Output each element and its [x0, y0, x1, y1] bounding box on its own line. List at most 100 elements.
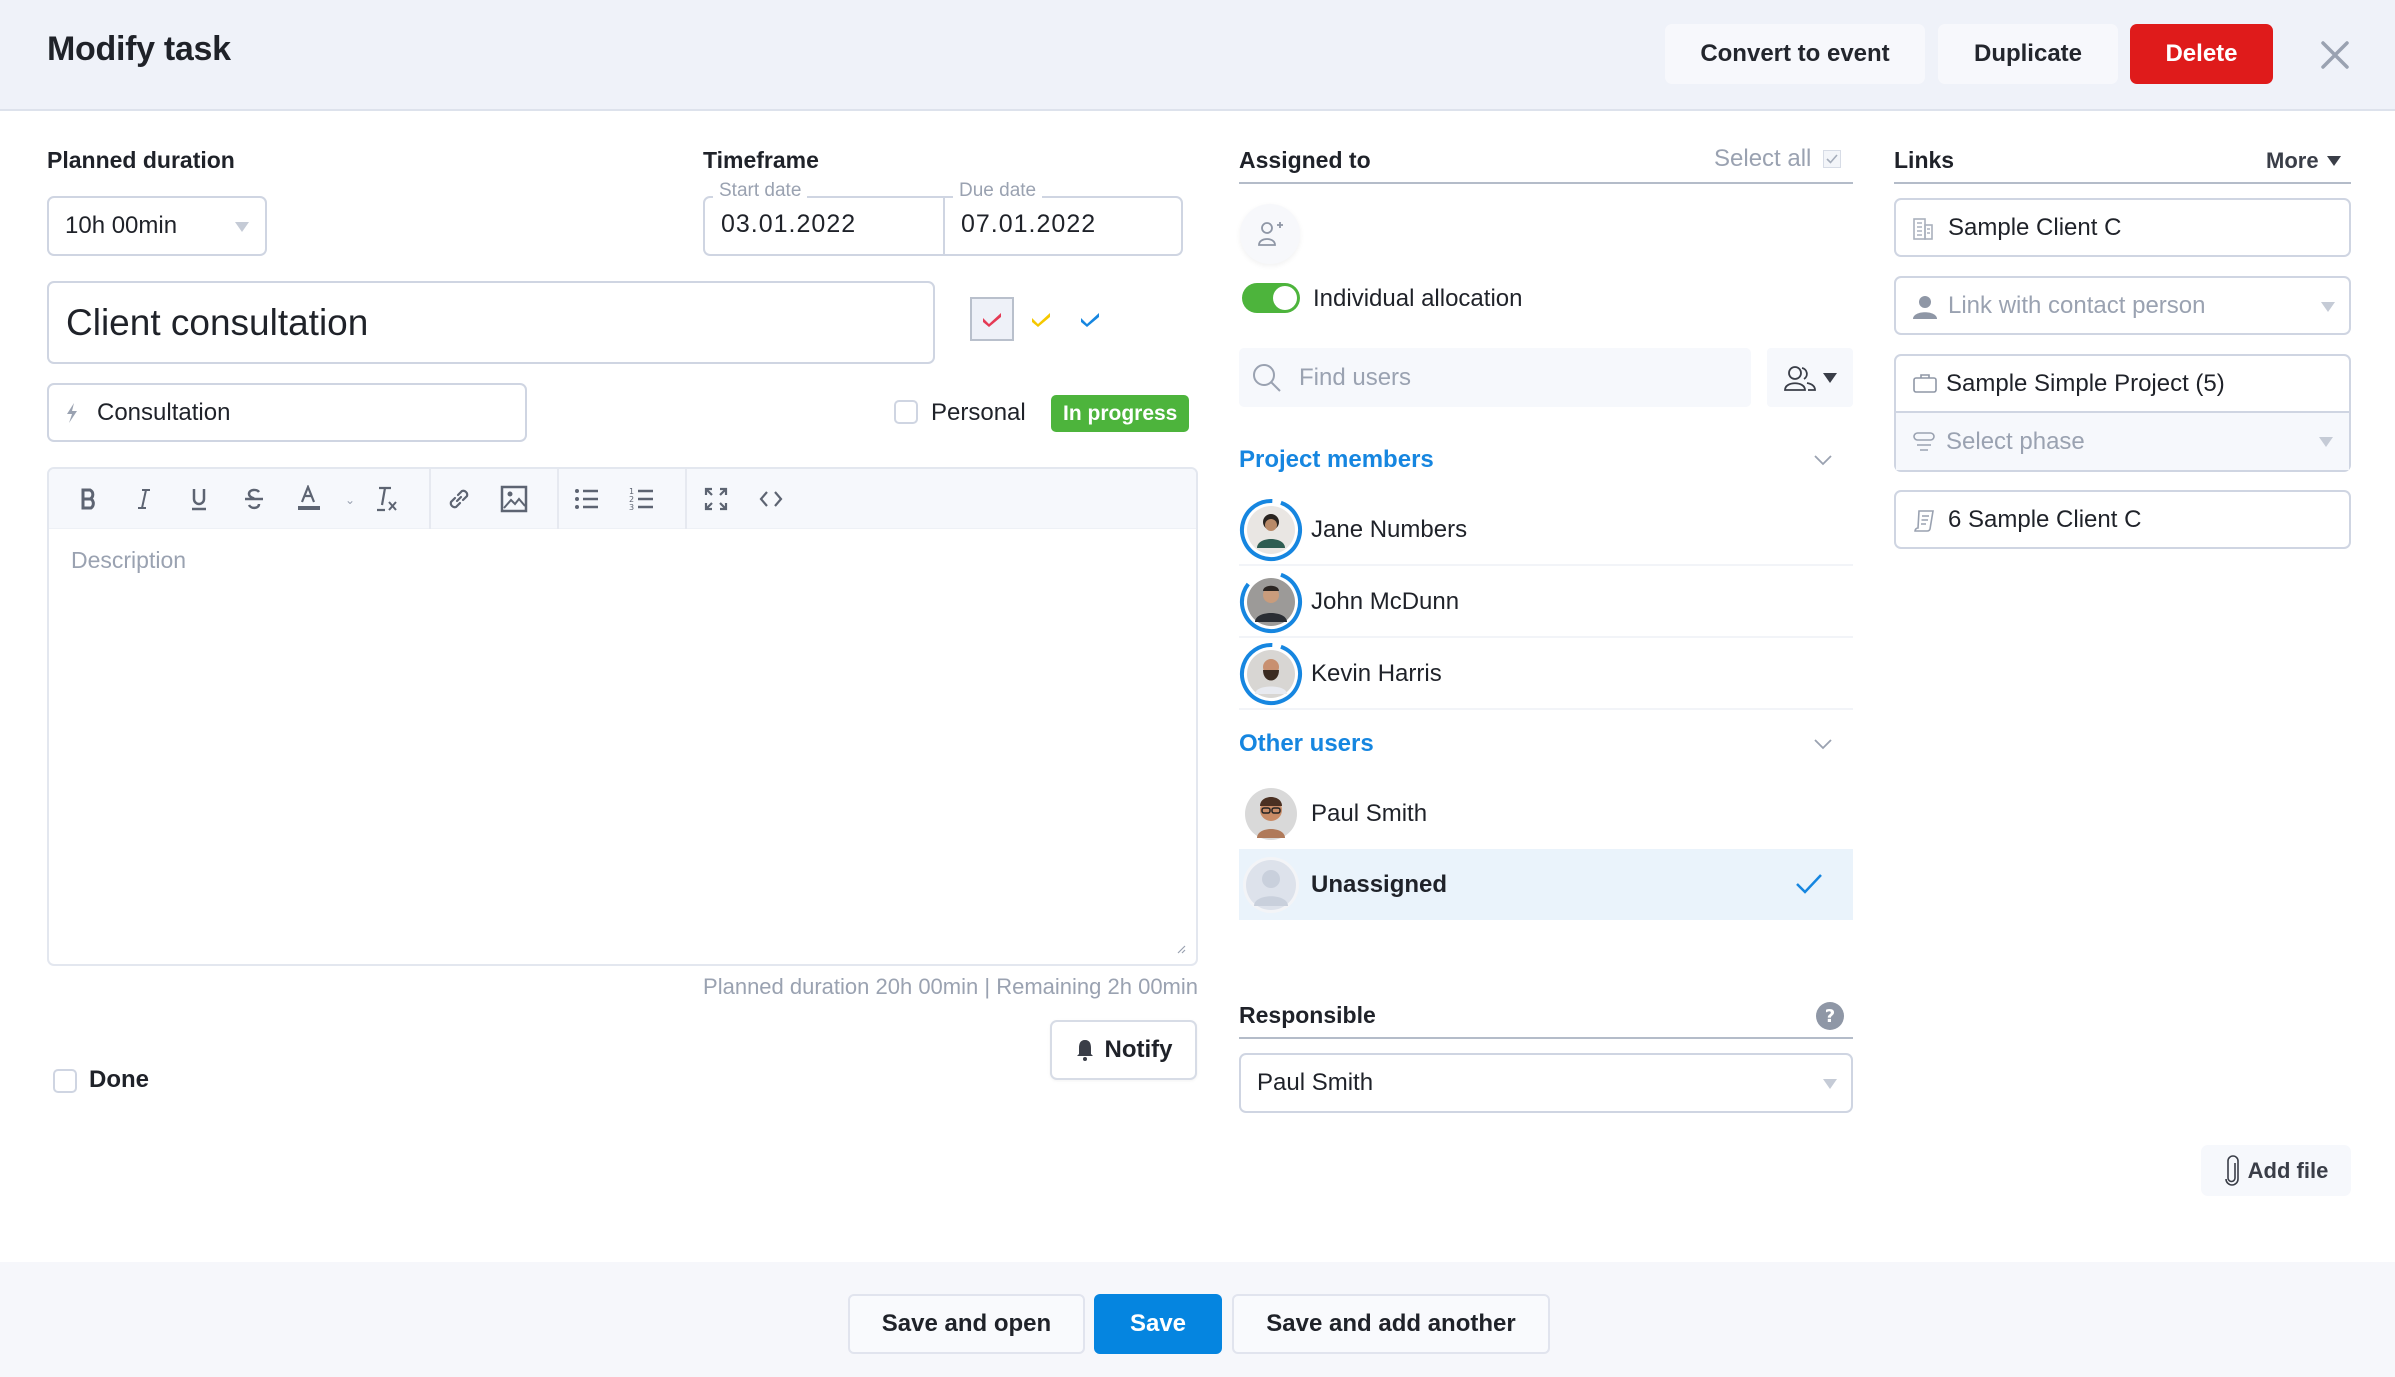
add-file-button[interactable]: Add file [2201, 1145, 2351, 1196]
chevron-down-icon[interactable] [1813, 454, 1833, 466]
individual-allocation-toggle[interactable] [1242, 283, 1300, 313]
responsible-value: Paul Smith [1257, 1069, 1374, 1096]
responsible-label: Responsible [1239, 1002, 1376, 1028]
task-title-input[interactable]: Client consultation [47, 281, 935, 364]
user-row-paul-smith[interactable]: Paul Smith [1239, 778, 1853, 849]
select-all-link[interactable]: Select all [1714, 145, 1811, 173]
link-button[interactable] [441, 482, 477, 516]
project-phase-group: Sample Simple Project (5) Select phase [1894, 354, 2351, 472]
done-label: Done [89, 1066, 149, 1093]
personal-label: Personal [931, 399, 1026, 426]
priority-low-button[interactable] [1068, 297, 1112, 341]
text-color-button[interactable] [291, 482, 327, 516]
italic-button[interactable] [126, 482, 162, 516]
duplicate-button[interactable]: Duplicate [1938, 24, 2118, 84]
user-row-john-mcdunn[interactable]: John McDunn [1239, 567, 1853, 638]
fullscreen-button[interactable] [698, 482, 734, 516]
toolbar-separator [557, 469, 559, 529]
checkmark-red-icon [983, 313, 1001, 327]
responsible-select[interactable]: Paul Smith [1239, 1053, 1853, 1113]
select-all-checkbox[interactable] [1823, 150, 1841, 168]
planned-duration-select[interactable]: 10h 00min [47, 196, 267, 256]
notify-button[interactable]: Notify [1050, 1020, 1197, 1080]
avatar [1239, 853, 1303, 917]
priority-medium-button[interactable] [1019, 297, 1063, 341]
numbered-list-icon: 123 [629, 487, 653, 512]
remaining-duration: Remaining 2h 00min [996, 974, 1198, 999]
clear-format-button[interactable] [369, 482, 405, 516]
project-members-title[interactable]: Project members [1239, 446, 1434, 474]
phase-select[interactable]: Select phase [1896, 413, 2349, 470]
workload-ring [1240, 570, 1302, 633]
project-value: Sample Simple Project (5) [1946, 369, 2225, 397]
user-name: Kevin Harris [1311, 659, 1442, 687]
save-and-open-button[interactable]: Save and open [848, 1294, 1085, 1354]
chevron-down-icon [2326, 156, 2341, 166]
more-dropdown[interactable]: More [2266, 148, 2341, 174]
workload-ring [1240, 498, 1302, 561]
bold-button[interactable] [71, 482, 107, 516]
underline-button[interactable] [181, 482, 217, 516]
help-icon[interactable]: ? [1815, 1001, 1845, 1031]
save-button[interactable]: Save [1094, 1294, 1222, 1354]
text-color-dropdown-icon[interactable]: ⌄ [345, 493, 355, 507]
client-link[interactable]: Sample Client C [1894, 198, 2351, 257]
other-users-title[interactable]: Other users [1239, 730, 1374, 758]
fullscreen-icon [704, 487, 728, 511]
chevron-down-icon [2319, 437, 2333, 447]
category-select[interactable]: Consultation [47, 383, 527, 442]
contact-person-placeholder: Link with contact person [1948, 291, 2206, 319]
save-and-add-another-button[interactable]: Save and add another [1232, 1294, 1550, 1354]
order-link[interactable]: 6 Sample Client C [1894, 490, 2351, 549]
links-underline [1894, 182, 2351, 184]
placeholder-avatar-icon [1243, 856, 1299, 913]
close-icon [2321, 41, 2349, 69]
assigned-to-label: Assigned to [1239, 147, 1371, 173]
image-icon [500, 485, 528, 513]
due-date-input[interactable]: 07.01.2022 [961, 210, 1096, 239]
paperclip-icon [2224, 1154, 2239, 1186]
priority-high-button[interactable] [970, 297, 1014, 341]
convert-to-event-button[interactable]: Convert to event [1665, 24, 1925, 84]
project-link[interactable]: Sample Simple Project (5) [1896, 356, 2349, 413]
source-code-button[interactable] [753, 482, 789, 516]
notify-label: Notify [1104, 1036, 1173, 1063]
contact-person-select[interactable]: Link with contact person [1894, 276, 2351, 335]
strikethrough-button[interactable] [236, 482, 272, 516]
bell-icon [1076, 1040, 1093, 1061]
delete-button[interactable]: Delete [2130, 24, 2273, 84]
status-badge[interactable]: In progress [1051, 395, 1190, 432]
start-date-label: Start date [713, 180, 808, 202]
user-row-kevin-harris[interactable]: Kevin Harris [1239, 639, 1853, 710]
description-editor[interactable]: ⌄ 123 Description [47, 467, 1198, 966]
users-group-icon [1784, 365, 1816, 391]
numbered-list-button[interactable]: 123 [624, 482, 660, 516]
chevron-down-icon[interactable] [1813, 738, 1833, 750]
order-value: 6 Sample Client C [1948, 505, 2142, 533]
toggle-knob [1273, 286, 1297, 310]
chevron-down-icon [2321, 302, 2335, 312]
image-button[interactable] [496, 482, 532, 516]
phase-placeholder: Select phase [1946, 427, 2085, 455]
user-row-unassigned[interactable]: Unassigned [1239, 849, 1853, 920]
personal-checkbox[interactable] [894, 400, 918, 424]
resize-handle-icon[interactable] [1176, 944, 1186, 954]
briefcase-icon [1913, 374, 1937, 393]
due-date-label: Due date [953, 180, 1043, 202]
editor-toolbar: ⌄ 123 [49, 469, 1196, 529]
user-group-filter-button[interactable] [1767, 348, 1853, 407]
clear-format-icon [377, 486, 397, 512]
find-users-input[interactable]: Find users [1239, 348, 1751, 407]
add-file-label: Add file [2247, 1157, 2329, 1183]
start-date-input[interactable]: 03.01.2022 [721, 210, 856, 239]
done-checkbox[interactable] [53, 1069, 77, 1093]
close-button[interactable] [2318, 38, 2352, 72]
user-row-jane-numbers[interactable]: Jane Numbers [1239, 495, 1853, 566]
responsible-underline [1239, 1037, 1853, 1039]
find-users-placeholder: Find users [1299, 363, 1412, 391]
user-photo [1245, 787, 1297, 840]
bullet-list-button[interactable] [569, 482, 605, 516]
add-user-button[interactable] [1240, 204, 1300, 264]
link-icon [449, 489, 469, 509]
links-label: Links [1894, 147, 1955, 173]
